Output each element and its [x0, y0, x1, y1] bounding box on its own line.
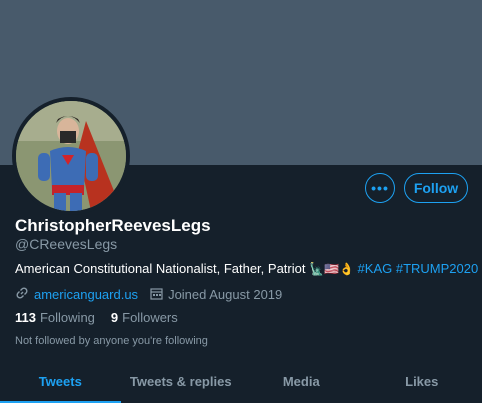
- bio-emojis: 🗽🇺🇸👌: [309, 262, 354, 276]
- more-options-button[interactable]: •••: [365, 173, 395, 203]
- tab-tweets-and-replies[interactable]: Tweets & replies: [121, 360, 242, 403]
- follow-button-label: Follow: [413, 180, 459, 196]
- profile-tabs: Tweets Tweets & replies Media Likes: [0, 360, 482, 403]
- tab-tweets[interactable]: Tweets: [0, 360, 121, 403]
- link-icon: [15, 286, 29, 303]
- avatar-image: [16, 101, 126, 211]
- avatar[interactable]: [12, 97, 130, 215]
- follow-button[interactable]: Follow: [404, 173, 468, 203]
- handle: @CReevesLegs: [15, 236, 118, 252]
- calendar-icon: [150, 287, 163, 303]
- not-followed-note: Not followed by anyone you're following: [15, 335, 208, 347]
- tab-likes[interactable]: Likes: [362, 360, 482, 403]
- following-count[interactable]: 113 Following: [15, 310, 95, 325]
- tab-media[interactable]: Media: [241, 360, 362, 403]
- bio: American Constitutional Nationalist, Fat…: [15, 261, 478, 276]
- bio-text: American Constitutional Nationalist, Fat…: [15, 261, 306, 276]
- profile-meta: americanguard.us Joined August 2019: [15, 286, 282, 303]
- hashtag-trump2020[interactable]: #TRUMP2020: [396, 261, 478, 276]
- followers-count[interactable]: 9 Followers: [111, 310, 178, 325]
- hashtag-kag[interactable]: #KAG: [358, 261, 393, 276]
- follow-counts: 113 Following 9 Followers: [15, 310, 178, 325]
- more-icon: •••: [371, 180, 389, 196]
- display-name: ChristopherReevesLegs: [15, 216, 211, 235]
- joined-date: Joined August 2019: [168, 287, 283, 302]
- website-link[interactable]: americanguard.us: [34, 287, 138, 302]
